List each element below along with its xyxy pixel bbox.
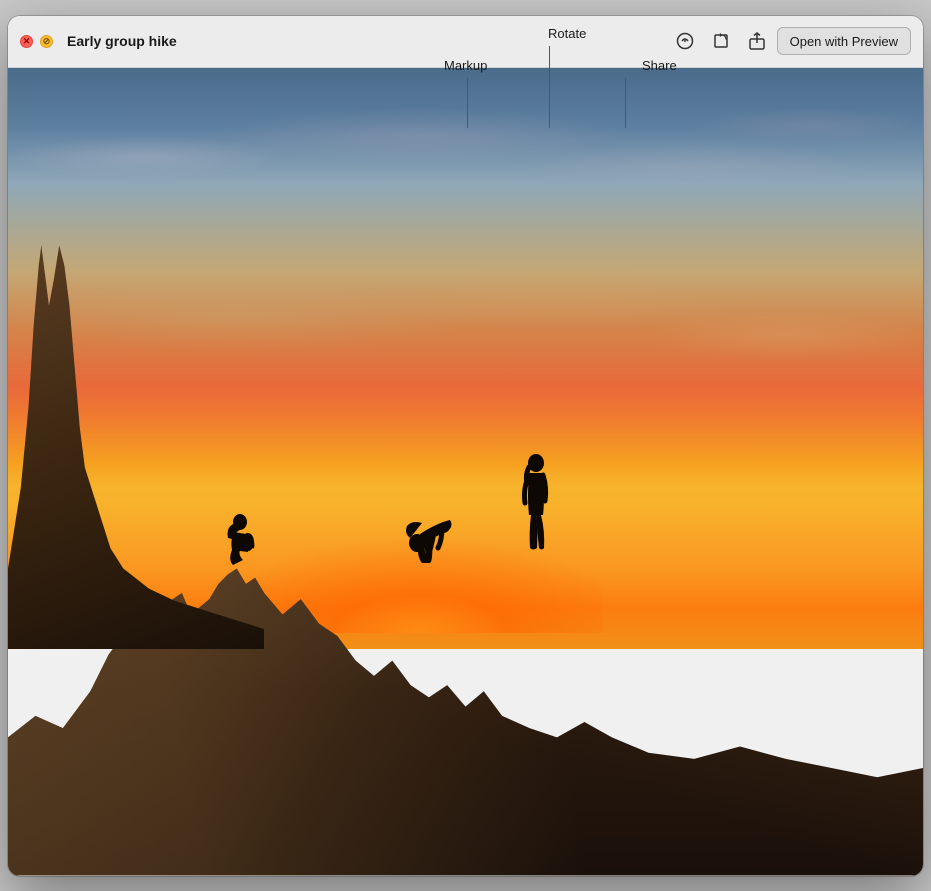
- close-icon: ✕: [23, 37, 31, 46]
- traffic-lights: ✕ ⊘: [20, 35, 53, 48]
- image-container: [8, 68, 923, 876]
- minimize-button[interactable]: ⊘: [40, 35, 53, 48]
- markup-icon: [676, 32, 694, 50]
- quick-look-window: Markup Rotate Share ✕ ⊘ Early group hike: [8, 16, 923, 876]
- cloud-layer-2: [8, 225, 923, 409]
- markup-button[interactable]: [669, 25, 701, 57]
- open-with-preview-button[interactable]: Open with Preview: [777, 27, 911, 55]
- toolbar: ✕ ⊘ Early group hike: [8, 16, 923, 68]
- stop-icon: ⊘: [43, 37, 51, 46]
- share-button[interactable]: [741, 25, 773, 57]
- sunset-image: [8, 68, 923, 876]
- share-icon: [748, 32, 766, 50]
- toolbar-actions: Open with Preview: [669, 25, 911, 57]
- window-title: Early group hike: [67, 33, 661, 49]
- close-button[interactable]: ✕: [20, 35, 33, 48]
- rotate-button[interactable]: [705, 25, 737, 57]
- rotate-icon: [712, 32, 730, 50]
